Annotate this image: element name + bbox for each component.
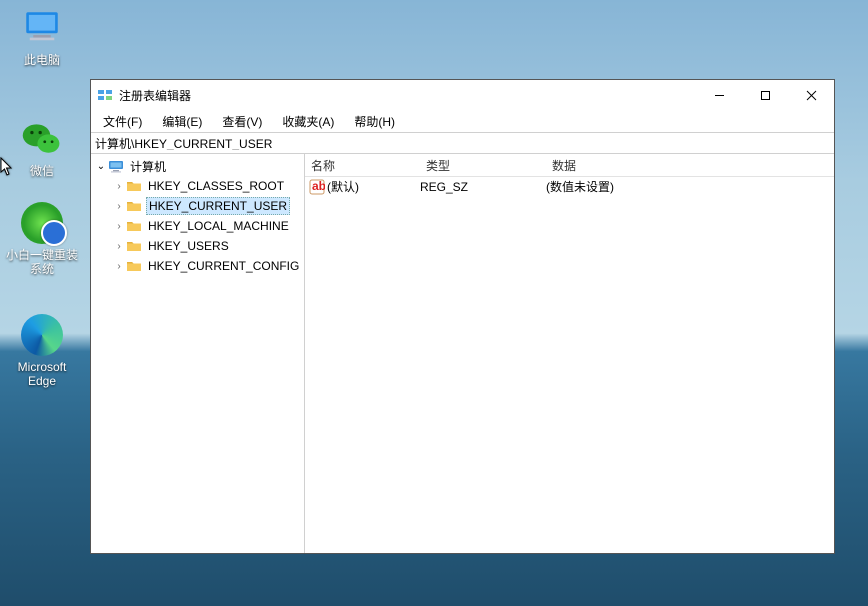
- desktop-icon-label: Microsoft Edge: [4, 359, 80, 389]
- chevron-down-icon[interactable]: ⌄: [95, 161, 107, 172]
- tree-label: HKEY_CLASSES_ROOT: [146, 178, 286, 194]
- minimize-button[interactable]: [696, 80, 742, 110]
- titlebar[interactable]: 注册表编辑器: [91, 80, 834, 110]
- folder-icon: [126, 218, 142, 234]
- desktop-icon-this-pc[interactable]: 此电脑: [4, 6, 80, 68]
- tree-item-hkey-classes-root[interactable]: › HKEY_CLASSES_ROOT: [91, 176, 304, 196]
- list-rows: ab(默认)REG_SZ(数值未设置): [305, 177, 834, 553]
- tree-label: HKEY_CURRENT_CONFIG: [146, 258, 301, 274]
- address-bar: [91, 132, 834, 154]
- desktop-icon-wechat[interactable]: 微信: [4, 117, 80, 179]
- svg-text:ab: ab: [312, 179, 325, 193]
- tree-root[interactable]: ⌄ 计算机: [91, 156, 304, 176]
- tree-label: HKEY_LOCAL_MACHINE: [146, 218, 291, 234]
- tree-label: 计算机: [128, 157, 168, 176]
- tree-item-hkey-users[interactable]: › HKEY_USERS: [91, 236, 304, 256]
- regedit-window: 注册表编辑器 文件(F) 编辑(E) 查看(V) 收藏夹(A) 帮助(H) ⌄ 计…: [90, 79, 835, 554]
- tree-item-hkey-current-user[interactable]: › HKEY_CURRENT_USER: [91, 196, 304, 216]
- tree-label: HKEY_USERS: [146, 238, 231, 254]
- computer-icon: [20, 6, 64, 50]
- value-row[interactable]: ab(默认)REG_SZ(数值未设置): [305, 177, 834, 196]
- chevron-right-icon[interactable]: ›: [113, 261, 125, 272]
- string-value-icon: ab: [309, 179, 325, 195]
- value-type: REG_SZ: [420, 180, 546, 194]
- col-data[interactable]: 数据: [546, 154, 834, 176]
- value-data: (数值未设置): [546, 178, 834, 195]
- chevron-right-icon[interactable]: ›: [113, 241, 125, 252]
- address-input[interactable]: [95, 136, 830, 150]
- regedit-app-icon: [97, 87, 113, 103]
- edge-icon: [20, 313, 64, 357]
- chevron-right-icon[interactable]: ›: [113, 181, 125, 192]
- desktop-icon-label: 此电脑: [4, 52, 80, 68]
- tree-item-hkey-local-machine[interactable]: › HKEY_LOCAL_MACHINE: [91, 216, 304, 236]
- maximize-button[interactable]: [742, 80, 788, 110]
- window-controls: [696, 80, 834, 110]
- menu-help[interactable]: 帮助(H): [346, 111, 403, 132]
- tree-label: HKEY_CURRENT_USER: [146, 197, 290, 215]
- desktop-icon-label: 微信: [4, 163, 80, 179]
- desktop-icon-xiaobai[interactable]: 小白一键重装系统: [4, 201, 80, 277]
- folder-icon: [126, 238, 142, 254]
- chevron-right-icon[interactable]: ›: [113, 201, 125, 212]
- list-header: 名称 类型 数据: [305, 154, 834, 177]
- value-name: (默认): [327, 178, 420, 195]
- menu-view[interactable]: 查看(V): [214, 111, 270, 132]
- registry-tree[interactable]: ⌄计算机›HKEY_CLASSES_ROOT›HKEY_CURRENT_USER…: [91, 154, 305, 553]
- folder-icon: [126, 198, 142, 214]
- desktop-icon-label: 小白一键重装系统: [4, 247, 80, 277]
- chevron-right-icon[interactable]: ›: [113, 221, 125, 232]
- computer-icon: [108, 158, 124, 174]
- folder-icon: [126, 258, 142, 274]
- menubar: 文件(F) 编辑(E) 查看(V) 收藏夹(A) 帮助(H): [91, 110, 834, 132]
- menu-file[interactable]: 文件(F): [95, 111, 150, 132]
- menu-favorites[interactable]: 收藏夹(A): [274, 111, 342, 132]
- tree-item-hkey-current-config[interactable]: › HKEY_CURRENT_CONFIG: [91, 256, 304, 276]
- window-title: 注册表编辑器: [119, 87, 696, 104]
- xiaobai-icon: [20, 201, 64, 245]
- close-button[interactable]: [788, 80, 834, 110]
- desktop: 此电脑 微信 小白一键重装系统 Microsoft Edge 注册表编辑器: [0, 0, 868, 606]
- folder-icon: [126, 178, 142, 194]
- col-type[interactable]: 类型: [420, 154, 546, 176]
- wechat-icon: [20, 117, 64, 161]
- value-list: 名称 类型 数据 ab(默认)REG_SZ(数值未设置): [305, 154, 834, 553]
- window-body: ⌄计算机›HKEY_CLASSES_ROOT›HKEY_CURRENT_USER…: [91, 154, 834, 553]
- col-name[interactable]: 名称: [305, 154, 420, 176]
- menu-edit[interactable]: 编辑(E): [154, 111, 210, 132]
- desktop-icon-edge[interactable]: Microsoft Edge: [4, 313, 80, 389]
